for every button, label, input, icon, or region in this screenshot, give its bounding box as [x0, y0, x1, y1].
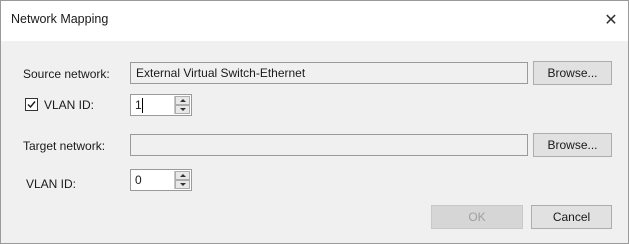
close-button[interactable]: ✕	[598, 7, 624, 33]
cancel-button[interactable]: Cancel	[531, 205, 612, 229]
source-network-label: Source network:	[23, 67, 110, 81]
target-vlan-id-stepper[interactable]: 0	[130, 169, 192, 191]
target-vlan-id-value: 0	[135, 173, 142, 187]
source-vlan-id-stepper[interactable]: 1	[130, 94, 192, 116]
target-network-field[interactable]	[130, 134, 528, 156]
spin-down-button[interactable]	[175, 180, 190, 189]
spin-buttons	[174, 171, 190, 189]
target-browse-button[interactable]: Browse...	[533, 133, 612, 157]
chevron-down-icon	[179, 183, 186, 186]
close-icon: ✕	[604, 12, 618, 29]
source-browse-button[interactable]: Browse...	[533, 61, 612, 85]
chevron-down-icon	[179, 108, 186, 111]
target-network-label: Target network:	[23, 139, 106, 153]
spin-up-button[interactable]	[175, 96, 190, 105]
chevron-up-icon	[179, 174, 186, 177]
source-network-field[interactable]: External Virtual Switch-Ethernet	[130, 62, 528, 84]
target-vlan-id-label: VLAN ID:	[26, 177, 77, 191]
source-vlan-id-value: 1	[135, 98, 142, 112]
spin-down-button[interactable]	[175, 105, 190, 114]
text-caret	[142, 98, 143, 113]
spin-buttons	[174, 96, 190, 114]
vlan-id-checkbox[interactable]	[25, 98, 38, 111]
source-vlan-id-label: VLAN ID:	[44, 98, 95, 112]
network-mapping-dialog: Network Mapping ✕ Source network: Extern…	[0, 0, 629, 244]
checkmark-icon	[27, 101, 36, 109]
title-bar: Network Mapping ✕	[1, 1, 628, 41]
chevron-up-icon	[179, 99, 186, 102]
spin-up-button[interactable]	[175, 171, 190, 180]
dialog-title: Network Mapping	[11, 12, 109, 26]
ok-button[interactable]: OK	[431, 205, 523, 229]
